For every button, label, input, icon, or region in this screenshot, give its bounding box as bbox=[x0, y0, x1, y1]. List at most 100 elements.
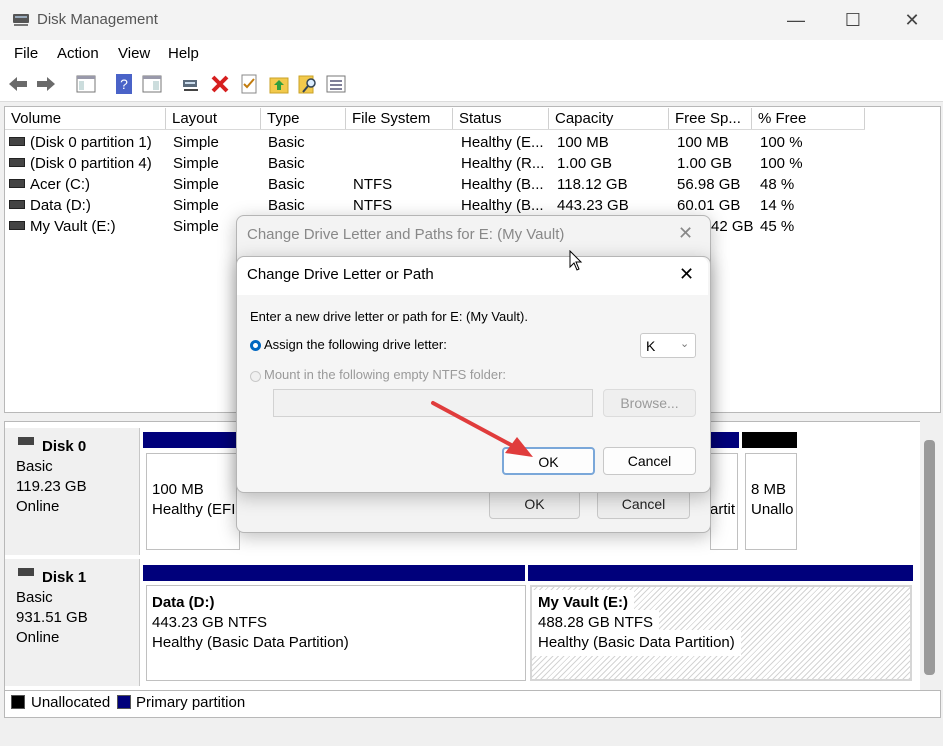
menu-file[interactable]: File bbox=[14, 45, 38, 62]
list-view-icon[interactable] bbox=[325, 73, 347, 95]
connect-icon[interactable] bbox=[180, 73, 202, 95]
assign-letter-radio[interactable] bbox=[250, 340, 261, 351]
volume-row-icon bbox=[9, 200, 25, 209]
table-row-capacity: 100 MB bbox=[557, 134, 609, 151]
partition-status: Healthy (Basic Data Partition) bbox=[152, 634, 349, 651]
volume-row-icon bbox=[9, 179, 25, 188]
table-row-volume[interactable]: Data (D:) bbox=[30, 195, 91, 216]
column-header-capacity[interactable]: Capacity bbox=[549, 108, 669, 129]
check-properties-icon[interactable] bbox=[238, 73, 260, 95]
close-window-button[interactable]: ✕ bbox=[897, 8, 927, 32]
maximize-button[interactable]: ☐ bbox=[838, 8, 868, 32]
legend-unallocated-swatch bbox=[11, 695, 25, 709]
disk-type: Basic bbox=[16, 589, 53, 606]
partition-header bbox=[143, 432, 238, 448]
table-row-percent-free: 100 % bbox=[760, 155, 803, 172]
table-row-volume[interactable]: (Disk 0 partition 4) bbox=[30, 153, 152, 174]
disk-size: 119.23 GB bbox=[16, 478, 87, 495]
chevron-down-icon: ⌄ bbox=[680, 338, 690, 350]
mouse-cursor-icon bbox=[569, 250, 583, 271]
legend-primary-label: Primary partition bbox=[136, 694, 246, 711]
disk-name: Disk 0 bbox=[42, 438, 87, 455]
table-row-volume[interactable]: Acer (C:) bbox=[30, 174, 90, 195]
partition-header bbox=[710, 432, 739, 448]
table-row-status: Healthy (B... bbox=[461, 197, 544, 214]
back-arrow-icon[interactable] bbox=[7, 73, 29, 95]
table-row-volume[interactable]: My Vault (E:) bbox=[30, 216, 116, 237]
minimize-button[interactable]: — bbox=[781, 8, 811, 32]
show-hide-icon[interactable] bbox=[141, 73, 163, 95]
header-divider bbox=[5, 129, 865, 130]
disk-state: Online bbox=[16, 498, 60, 515]
dialog-prompt: Enter a new drive letter or path for E: … bbox=[250, 309, 528, 324]
table-row-status: Healthy (R... bbox=[461, 155, 545, 172]
table-row-percent-free: 48 % bbox=[760, 176, 795, 193]
column-header-percent-free[interactable]: % Free bbox=[752, 108, 865, 129]
outer-ok-button[interactable]: OK bbox=[489, 490, 580, 519]
inner-dialog-close-icon[interactable]: ✕ bbox=[679, 264, 694, 285]
partition-header bbox=[143, 565, 525, 581]
table-row-layout: Simple bbox=[173, 155, 219, 172]
outer-dialog-title: Change Drive Letter and Paths for E: (My… bbox=[247, 226, 565, 243]
status-bar bbox=[0, 718, 943, 746]
column-header-volume[interactable]: Volume bbox=[5, 108, 166, 129]
table-row-capacity: 118.12 GB bbox=[557, 176, 628, 193]
table-row-status: Healthy (B... bbox=[461, 176, 544, 193]
unallocated-header bbox=[742, 432, 797, 448]
table-row-layout: Simple bbox=[173, 134, 219, 151]
mount-folder-label: Mount in the following empty NTFS folder… bbox=[264, 367, 507, 382]
table-row-layout: Simple bbox=[173, 197, 219, 214]
scrollbar-thumb[interactable] bbox=[924, 440, 935, 675]
partition-status: Healthy (EFI bbox=[152, 501, 236, 518]
cancel-button[interactable]: Cancel bbox=[603, 447, 696, 475]
disk-icon bbox=[18, 568, 34, 576]
table-row-type: Basic bbox=[268, 197, 305, 214]
menu-action[interactable]: Action bbox=[57, 45, 99, 62]
disk-name: Disk 1 bbox=[42, 569, 87, 586]
column-header-type[interactable]: Type bbox=[261, 108, 346, 129]
help-icon[interactable]: ? bbox=[113, 73, 135, 95]
up-folder-icon[interactable] bbox=[268, 73, 290, 95]
disk-management-app-icon bbox=[13, 14, 29, 26]
browse-button[interactable]: Browse... bbox=[603, 389, 696, 417]
table-row-status: Healthy (E... bbox=[461, 134, 544, 151]
menu-help[interactable]: Help bbox=[168, 45, 199, 62]
table-row-percent-free: 14 % bbox=[760, 197, 795, 214]
table-row-free-space: 56.98 GB bbox=[677, 176, 741, 193]
legend-unallocated-label: Unallocated bbox=[31, 694, 111, 711]
table-row-type: Basic bbox=[268, 134, 305, 151]
disk-type: Basic bbox=[16, 458, 53, 475]
table-row-type: Basic bbox=[268, 176, 305, 193]
partition-status: Unallo bbox=[751, 501, 794, 518]
table-row-file-system: NTFS bbox=[353, 197, 393, 214]
table-row-volume[interactable]: (Disk 0 partition 1) bbox=[30, 132, 152, 153]
assign-letter-label[interactable]: Assign the following drive letter: bbox=[264, 337, 447, 352]
legend-primary-swatch bbox=[117, 695, 131, 709]
volume-row-icon bbox=[9, 221, 25, 230]
table-row-free-space: 100 MB bbox=[677, 134, 729, 151]
column-header-free-space[interactable]: Free Sp... bbox=[669, 108, 752, 129]
menu-view[interactable]: View bbox=[118, 45, 150, 62]
table-row-type: Basic bbox=[268, 155, 305, 172]
forward-arrow-icon[interactable] bbox=[35, 73, 57, 95]
drive-letter-value: K bbox=[646, 338, 656, 354]
table-row-free-space: 42 GB bbox=[711, 218, 754, 235]
inner-dialog-title: Change Drive Letter or Path bbox=[247, 266, 434, 283]
volume-row-icon bbox=[9, 137, 25, 146]
search-icon[interactable] bbox=[297, 73, 319, 95]
partition-status: Healthy (Basic Data Partition) bbox=[532, 630, 741, 656]
outer-dialog-close-icon[interactable]: ✕ bbox=[678, 223, 693, 244]
console-tree-icon[interactable] bbox=[75, 73, 97, 95]
delete-icon[interactable] bbox=[209, 73, 231, 95]
window-title: Disk Management bbox=[37, 11, 158, 28]
column-header-status[interactable]: Status bbox=[453, 108, 549, 129]
mount-folder-radio[interactable] bbox=[250, 371, 261, 382]
table-row-file-system: NTFS bbox=[353, 176, 393, 193]
table-row-free-space: 60.01 GB bbox=[677, 197, 741, 214]
partition-header bbox=[528, 565, 913, 581]
table-row-percent-free: 100 % bbox=[760, 134, 803, 151]
column-header-layout[interactable]: Layout bbox=[166, 108, 261, 129]
disk-state: Online bbox=[16, 629, 60, 646]
column-header-file-system[interactable]: File System bbox=[346, 108, 453, 129]
outer-cancel-button[interactable]: Cancel bbox=[597, 490, 690, 519]
